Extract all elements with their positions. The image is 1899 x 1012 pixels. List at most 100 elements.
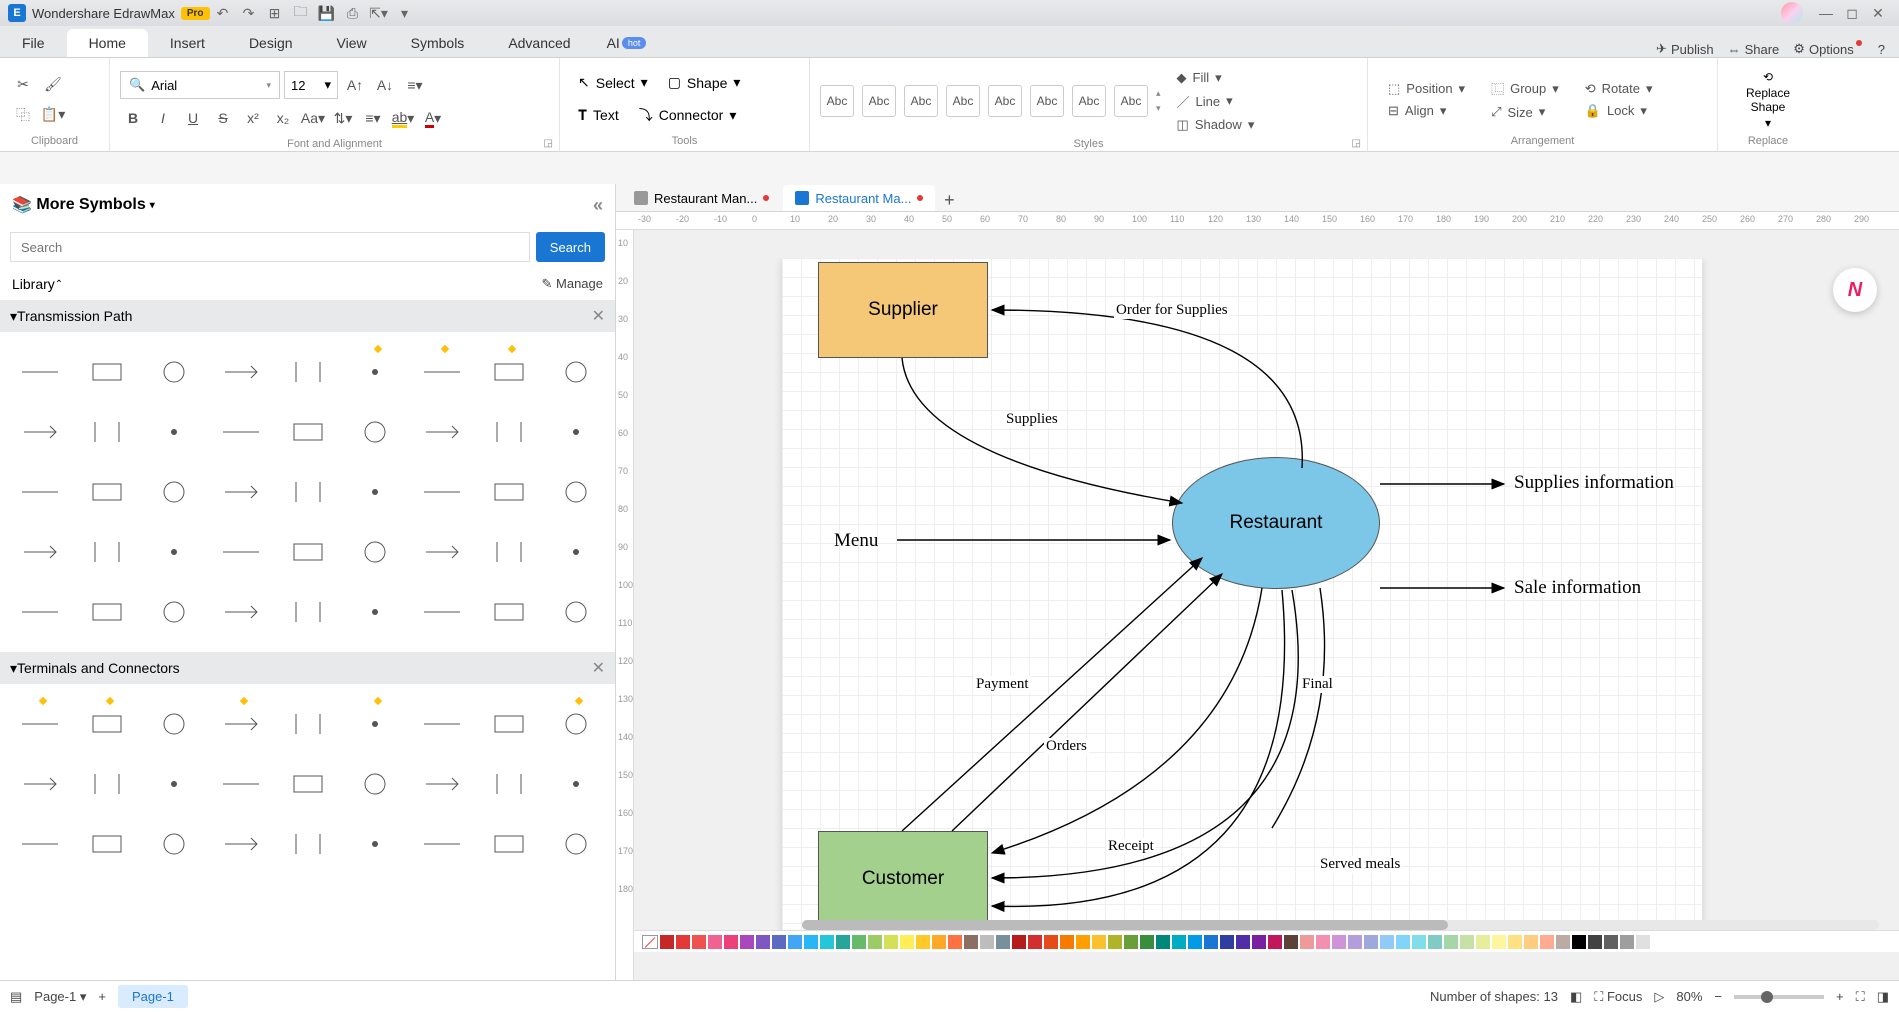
color-swatch[interactable] xyxy=(1348,935,1362,949)
doc-tab-1[interactable]: Restaurant Man... xyxy=(622,185,781,211)
color-swatch[interactable] xyxy=(660,935,674,949)
color-swatch[interactable] xyxy=(1108,935,1122,949)
rotate-button[interactable]: ⟲ Rotate ▾ xyxy=(1581,79,1657,99)
symbol-item[interactable] xyxy=(408,582,475,642)
symbol-item[interactable] xyxy=(140,754,207,814)
symbol-item[interactable] xyxy=(542,522,609,582)
color-swatch[interactable] xyxy=(900,935,914,949)
symbol-item[interactable] xyxy=(274,694,341,754)
symbol-item[interactable] xyxy=(475,582,542,642)
symbol-item[interactable] xyxy=(6,814,73,874)
symbol-item[interactable] xyxy=(73,694,140,754)
size-button[interactable]: ⤢ Size ▾ xyxy=(1487,102,1563,122)
symbol-item[interactable] xyxy=(6,342,73,402)
export-button[interactable]: ⇱▾ xyxy=(366,3,392,23)
format-painter[interactable]: 🖌 xyxy=(40,72,66,98)
styles-launcher[interactable]: ◲ xyxy=(1352,138,1361,149)
symbol-item[interactable] xyxy=(542,582,609,642)
symbol-item[interactable] xyxy=(341,402,408,462)
manage-button[interactable]: ✎ Manage xyxy=(542,276,604,292)
shape-supplier[interactable]: Supplier xyxy=(818,262,988,358)
shape-customer[interactable]: Customer xyxy=(818,831,988,927)
symbol-item[interactable] xyxy=(341,814,408,874)
color-swatch[interactable] xyxy=(996,935,1010,949)
layers-icon[interactable]: ◧ xyxy=(1570,989,1582,1005)
shape-tool[interactable]: ▢ Shape ▾ xyxy=(660,70,749,95)
color-swatch[interactable] xyxy=(852,935,866,949)
add-tab[interactable]: + xyxy=(937,190,961,211)
page-layout-icon[interactable]: ▤ xyxy=(10,989,22,1005)
category-transmission[interactable]: ▾ Transmission Path✕ xyxy=(0,300,615,332)
symbol-item[interactable] xyxy=(140,522,207,582)
symbol-item[interactable] xyxy=(207,814,274,874)
symbol-item[interactable] xyxy=(140,462,207,522)
color-swatch[interactable] xyxy=(980,935,994,949)
color-swatch[interactable] xyxy=(1316,935,1330,949)
color-swatch[interactable] xyxy=(868,935,882,949)
symbol-item[interactable] xyxy=(408,754,475,814)
color-swatch[interactable] xyxy=(1332,935,1346,949)
color-swatch[interactable] xyxy=(1524,935,1538,949)
color-swatch[interactable] xyxy=(724,935,738,949)
save-button[interactable]: 💾 xyxy=(314,3,340,23)
color-swatch[interactable] xyxy=(1092,935,1106,949)
share-button[interactable]: ⇔ Share xyxy=(1728,42,1780,57)
symbol-item[interactable] xyxy=(73,402,140,462)
highlight-button[interactable]: ab▾ xyxy=(390,105,416,131)
label-supplies-info[interactable]: Supplies information xyxy=(1512,472,1676,494)
symbol-item[interactable] xyxy=(73,582,140,642)
color-swatch[interactable] xyxy=(1588,935,1602,949)
replace-shape-button[interactable]: ⟲Replace Shape▾ xyxy=(1738,70,1798,130)
symbol-item[interactable] xyxy=(73,462,140,522)
close-category-2[interactable]: ✕ xyxy=(592,658,605,678)
menu-design[interactable]: Design xyxy=(227,29,315,57)
symbol-item[interactable] xyxy=(274,462,341,522)
symbol-item[interactable] xyxy=(475,694,542,754)
symbol-item[interactable] xyxy=(341,754,408,814)
color-swatch[interactable] xyxy=(1300,935,1314,949)
symbol-item[interactable] xyxy=(408,462,475,522)
color-swatch[interactable] xyxy=(1540,935,1554,949)
symbol-item[interactable] xyxy=(408,342,475,402)
symbol-item[interactable] xyxy=(6,402,73,462)
color-swatch[interactable] xyxy=(772,935,786,949)
edge-orders[interactable]: Orders xyxy=(1044,738,1089,755)
symbol-item[interactable] xyxy=(408,814,475,874)
color-swatch[interactable] xyxy=(916,935,930,949)
color-swatch[interactable] xyxy=(1572,935,1586,949)
symbol-item[interactable] xyxy=(341,582,408,642)
decrease-font[interactable]: A↓ xyxy=(372,72,398,98)
edge-served[interactable]: Served meals xyxy=(1318,856,1402,873)
style-gallery[interactable]: AbcAbcAbcAbcAbcAbcAbcAbc ▴▾ xyxy=(820,85,1161,117)
color-swatch[interactable] xyxy=(1428,935,1442,949)
underline-button[interactable]: U xyxy=(180,105,206,131)
publish-button[interactable]: ✈ Publish xyxy=(1656,41,1714,57)
color-swatch[interactable] xyxy=(1364,935,1378,949)
symbol-item[interactable] xyxy=(73,342,140,402)
select-tool[interactable]: ↖ Select ▾ xyxy=(570,70,656,95)
color-swatch[interactable] xyxy=(1156,935,1170,949)
doc-tab-2[interactable]: Restaurant Ma... xyxy=(783,185,935,211)
color-swatch[interactable] xyxy=(1124,935,1138,949)
color-swatch[interactable] xyxy=(1060,935,1074,949)
color-swatch[interactable] xyxy=(1204,935,1218,949)
symbol-item[interactable] xyxy=(73,814,140,874)
page-select[interactable]: Page-1 ▾ xyxy=(34,989,86,1005)
fullscreen[interactable]: ◨ xyxy=(1877,989,1889,1005)
symbol-item[interactable] xyxy=(140,814,207,874)
symbol-item[interactable] xyxy=(274,342,341,402)
symbol-item[interactable] xyxy=(207,582,274,642)
shadow-button[interactable]: ◫ Shadow ▾ xyxy=(1173,115,1259,135)
color-swatch[interactable] xyxy=(1508,935,1522,949)
symbol-item[interactable] xyxy=(274,582,341,642)
position-button[interactable]: ⬚ Position ▾ xyxy=(1384,79,1469,99)
align-arrange-button[interactable]: ⊟ Align ▾ xyxy=(1384,101,1469,121)
font-family[interactable]: 🔍 Arial▾ xyxy=(120,71,280,99)
symbol-item[interactable] xyxy=(341,342,408,402)
color-swatch[interactable] xyxy=(804,935,818,949)
help-button[interactable]: ? xyxy=(1878,42,1885,57)
symbol-item[interactable] xyxy=(542,694,609,754)
edge-supplies[interactable]: Supplies xyxy=(1004,411,1060,428)
search-button[interactable]: Search xyxy=(536,232,605,262)
color-swatch[interactable] xyxy=(756,935,770,949)
